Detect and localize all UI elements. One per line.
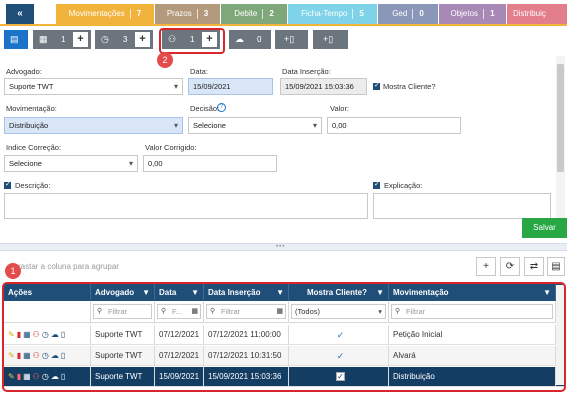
add-file-icon: +▯ [323,34,334,44]
tab-label: Objetos [450,9,479,18]
decisao-select[interactable]: Selecione [188,117,322,134]
add-clock-button[interactable]: + [135,32,150,47]
valor-corrigido-label: Valor Corrigido: [145,143,197,152]
refresh-button[interactable]: ⟳ [500,257,520,276]
annotation-highlight-grid [2,282,566,392]
clock-button[interactable]: ◷ 3 + [95,30,153,49]
indice-correcao-select[interactable]: Selecione [4,155,138,172]
clock-icon: ◷ [101,34,109,44]
tab-count: 5 [359,9,364,18]
tab-distribuicao[interactable]: Distribuiç [507,4,567,24]
movimentacao-label: Movimentação: [6,104,57,113]
module-tab-bar: « Movimentações 7 Prazos 3 Debite 2 Ficha-T… [0,0,567,26]
add-document-button[interactable]: +▯ [275,30,308,49]
tab-count: 3 [203,9,209,18]
cloud-button[interactable]: ☁ 0 [229,30,271,49]
tab-objetos[interactable]: Objetos 1 [439,4,506,24]
add-document-icon: +▯ [284,34,295,44]
add-row-button[interactable]: + [476,257,496,276]
export-button[interactable]: ▤ [547,257,565,276]
active-tab-underline [0,24,567,26]
calendar-button[interactable]: ▦ 1 + [33,30,91,49]
tab-count: 1 [490,9,495,18]
descricao-textarea[interactable] [4,193,368,219]
cloud-count: 0 [257,35,262,44]
annotation-highlight-toolbar [159,28,225,54]
tab-debite[interactable]: Debite 2 [221,4,287,24]
tab-ficha-tempo[interactable]: Ficha-Tempo 5 [288,4,377,24]
tab-ged[interactable]: Ged 0 [378,4,438,24]
annotation-callout-1: 1 [5,263,21,279]
tab-label: Ged [392,9,408,18]
calendar-count: 1 [61,35,66,44]
explicacao-textarea[interactable] [373,193,551,219]
tab-label: Distribuiç [513,9,546,18]
data-label: Data: [190,67,208,76]
advogado-select[interactable]: Suporte TWT [4,78,183,95]
help-icon[interactable]: ? [217,103,226,112]
save-button[interactable]: Salvar [522,218,567,238]
group-panel-hint: Arrastar a coluna para agrupar [10,262,119,271]
clock-count: 3 [123,35,128,44]
data-input[interactable]: 15/09/2021 [188,78,273,95]
add-file-button[interactable]: +▯ [313,30,348,49]
descricao-checkbox[interactable] [4,180,11,189]
valor-corrigido-input[interactable]: 0,00 [143,155,277,172]
data-insercao-input: 15/09/2021 15:03:36 [280,78,367,95]
form-scrollbar-thumb[interactable] [557,64,564,172]
tab-label: Prazos [166,9,192,18]
tab-prazos[interactable]: Prazos 3 [155,4,220,24]
valor-input[interactable]: 0,00 [327,117,461,134]
tab-count: 0 [419,9,424,18]
movimentacao-select[interactable]: Distribuição [4,117,183,134]
explicacao-label: Explicação: [384,181,423,190]
cloud-icon: ☁ [235,34,244,44]
splitter-handle[interactable]: ••• [276,244,285,250]
decisao-label: Decisão: [190,104,220,113]
mostra-cliente-label: Mostra Cliente? [383,82,436,91]
tab-label: Movimentações [68,9,125,18]
explicacao-checkbox[interactable] [373,180,380,189]
column-chooser-button[interactable]: ⇄ [524,257,544,276]
valor-label: Valor: [330,104,350,113]
tab-label: Ficha-Tempo [301,9,348,18]
descricao-label: Descrição: [15,181,51,190]
calendar-icon: ▦ [39,34,48,44]
data-insercao-label: Data Inserção: [282,67,331,76]
list-icon: ▤ [10,34,19,44]
add-calendar-button[interactable]: + [73,32,88,47]
annotation-callout-2: 2 [157,52,173,68]
list-view-button[interactable]: ▤ [4,30,28,49]
indice-correcao-label: Indice Correção: [6,143,62,152]
mostra-cliente-checkbox[interactable] [373,81,380,90]
record-toolbar: ▤ ▦ 1 + ◷ 3 + ⚇ 1 + ☁ 0 +▯ +▯ [0,30,567,52]
tab-count: 2 [269,9,274,18]
tab-count: 7 [136,9,142,18]
advogado-label: Advogado: [6,67,42,76]
tab-movimentacoes[interactable]: Movimentações 7 [56,4,154,24]
collapse-left-button[interactable]: « [6,4,34,24]
tab-label: Debite [234,9,258,18]
